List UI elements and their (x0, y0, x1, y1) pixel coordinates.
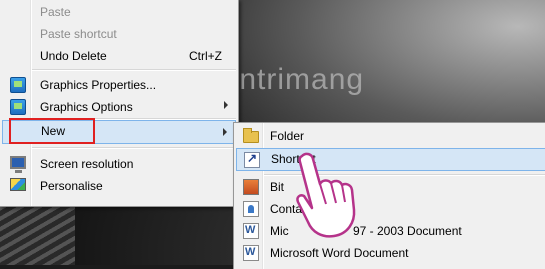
menu-item-label: Folder (270, 129, 305, 143)
desktop-context-menu: Paste Paste shortcut Undo Delete Ctrl+Z … (0, 0, 239, 207)
submenu-item-bitmap[interactable]: Bit (236, 176, 545, 198)
submenu-item-word-document[interactable]: Microsoft Word Document (236, 242, 545, 264)
shortcut-icon (244, 151, 260, 168)
menu-item-label: Personalise (40, 179, 103, 193)
new-submenu: Folder Shortcut Bit Contac Mic 97 - 2003… (233, 122, 545, 269)
menu-item-label: Graphics Options (40, 100, 133, 114)
menu-item-personalise[interactable]: Personalise (2, 175, 236, 197)
menu-item-paste[interactable]: Paste (2, 1, 236, 23)
submenu-item-folder[interactable]: Folder (236, 125, 545, 147)
monitor-icon (10, 156, 26, 173)
menu-item-graphics-properties[interactable]: Graphics Properties... (2, 74, 236, 96)
word-doc-icon (243, 223, 259, 239)
word-doc-icon (243, 245, 259, 261)
submenu-item-contact[interactable]: Contac (236, 198, 545, 220)
menu-item-label: Screen resolution (40, 157, 134, 171)
submenu-item-word-97-2003-document[interactable]: Mic 97 - 2003 Document (236, 220, 545, 242)
submenu-arrow-icon (224, 101, 228, 109)
annotation-highlight-box (9, 118, 95, 144)
bitmap-icon (243, 179, 259, 195)
graphics-properties-icon (10, 77, 26, 93)
menu-separator (32, 69, 236, 71)
contact-icon (243, 201, 259, 217)
menu-separator (32, 147, 236, 149)
menu-item-label-tail: 97 - 2003 Document (353, 224, 462, 238)
menu-item-screen-resolution[interactable]: Screen resolution (2, 153, 236, 175)
menu-item-label: Paste shortcut (40, 27, 117, 41)
shortcut-key-label: Ctrl+Z (189, 49, 222, 63)
folder-icon (243, 128, 259, 143)
submenu-item-shortcut[interactable]: Shortcut (236, 148, 545, 171)
menu-item-label: Graphics Properties... (40, 78, 157, 92)
menu-item-label: Mic (270, 224, 289, 238)
menu-item-paste-shortcut[interactable]: Paste shortcut (2, 23, 236, 45)
menu-item-undo-delete[interactable]: Undo Delete Ctrl+Z (2, 45, 236, 67)
hand-pointer-icon (296, 152, 356, 238)
menu-item-label: Bit (270, 180, 285, 194)
submenu-arrow-icon (223, 128, 227, 136)
menu-item-label: Microsoft Word Document (270, 246, 409, 260)
menu-item-label: Paste (40, 5, 71, 19)
personalise-icon (10, 178, 26, 191)
graphics-options-icon (10, 99, 26, 115)
menu-item-graphics-options[interactable]: Graphics Options (2, 96, 236, 118)
menu-item-label: Undo Delete (40, 49, 107, 63)
